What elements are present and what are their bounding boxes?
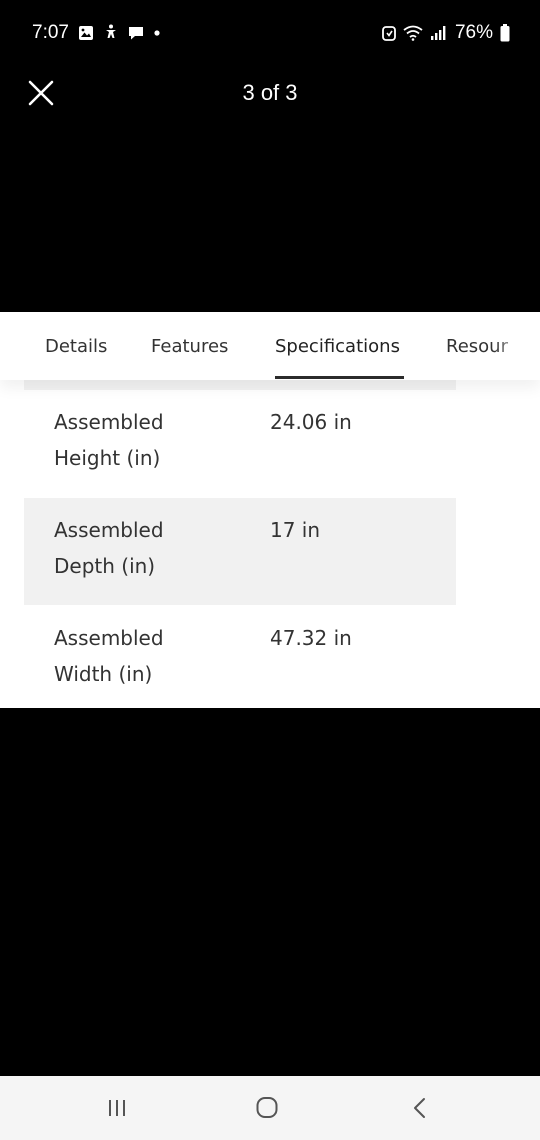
battery-icon bbox=[500, 24, 510, 42]
spec-row-depth: Assembled Depth (in) 17 in bbox=[24, 498, 456, 605]
screen: 7:07 76% 3 of 3 Assembled Height (in) 24… bbox=[0, 0, 540, 1140]
gallery-icon bbox=[79, 25, 93, 40]
spec-label: Assembled Width (in) bbox=[54, 626, 164, 686]
recents-icon[interactable] bbox=[97, 1094, 137, 1122]
tab-specifications[interactable]: Specifications bbox=[275, 336, 400, 357]
spec-label: Assembled Depth (in) bbox=[54, 518, 164, 578]
active-tab-underline bbox=[275, 376, 404, 379]
image-panel[interactable]: Assembled Height (in) 24.06 in Assembled… bbox=[0, 312, 540, 708]
tab-bar: Details Features Specifications Resour bbox=[0, 312, 540, 380]
spec-value: 17 in bbox=[270, 518, 321, 542]
notification-icons bbox=[78, 24, 161, 41]
home-icon[interactable] bbox=[247, 1094, 287, 1122]
navigation-bar bbox=[0, 1076, 540, 1140]
status-right: 76% bbox=[382, 22, 510, 44]
signal-icon bbox=[430, 26, 446, 40]
spec-value: 24.06 in bbox=[270, 410, 352, 434]
page-counter: 3 of 3 bbox=[242, 80, 298, 105]
back-icon[interactable] bbox=[399, 1094, 439, 1122]
spec-value: 47.32 in bbox=[270, 626, 352, 650]
spec-row-width: Assembled Width (in) 47.32 in bbox=[24, 606, 456, 708]
dot-icon bbox=[154, 29, 160, 36]
spec-row-height: Assembled Height (in) 24.06 in bbox=[24, 390, 456, 497]
tab-details[interactable]: Details bbox=[45, 336, 107, 357]
status-time: 7:07 bbox=[32, 22, 69, 43]
spec-label: Assembled Height (in) bbox=[54, 410, 164, 470]
table-top-edge bbox=[24, 380, 456, 390]
tab-features[interactable]: Features bbox=[151, 336, 228, 357]
accessibility-icon bbox=[106, 24, 116, 38]
tab-fade bbox=[494, 312, 540, 380]
alarm-icon bbox=[382, 26, 396, 41]
wifi-icon bbox=[403, 25, 423, 41]
message-icon bbox=[129, 26, 143, 39]
battery-percent: 76% bbox=[454, 22, 493, 43]
status-bar: 7:07 76% bbox=[0, 0, 540, 66]
